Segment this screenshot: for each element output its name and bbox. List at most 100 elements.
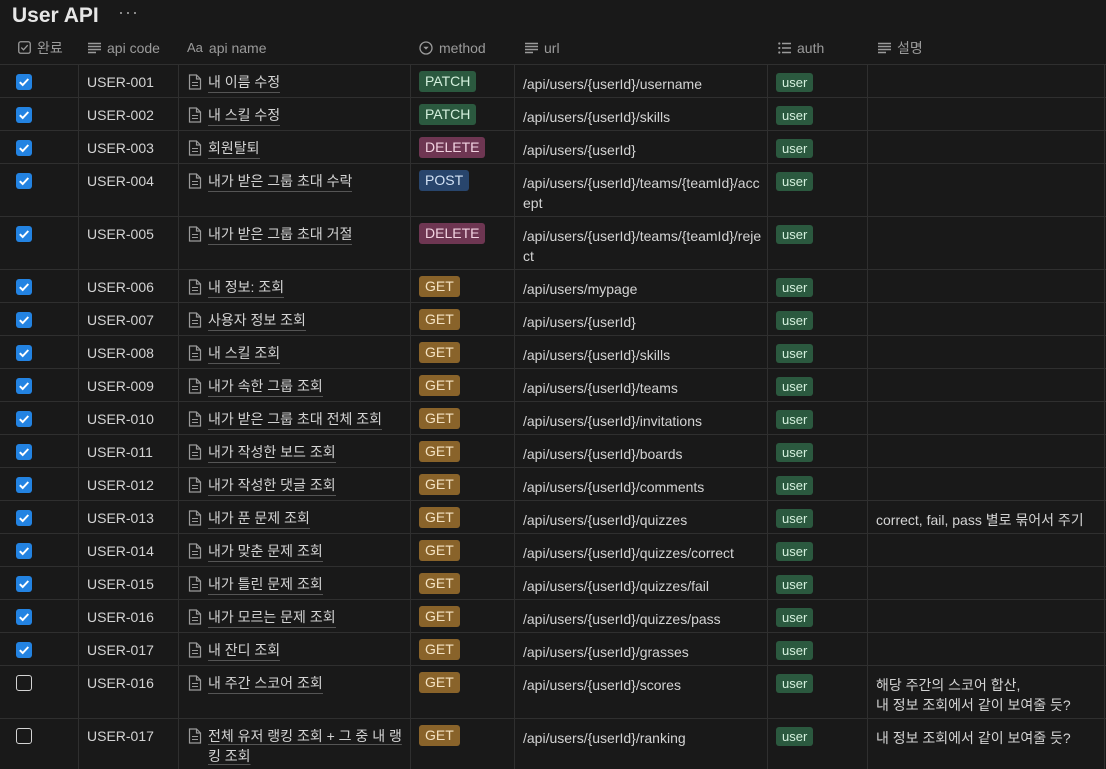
api-name-link[interactable]: 내 잔디 조회 [188, 640, 410, 661]
checked-checkbox[interactable] [16, 576, 32, 592]
api-name-link[interactable]: 내가 받은 그룹 초대 전체 조회 [188, 409, 410, 430]
api-name-link[interactable]: 내가 받은 그룹 초대 수락 [188, 171, 410, 192]
api-name-link[interactable]: 내 스킬 수정 [188, 105, 410, 126]
auth-tag[interactable]: user [776, 311, 814, 330]
auth-tag[interactable]: user [776, 476, 814, 495]
column-header-api-name[interactable]: Aa api name [187, 30, 267, 65]
unchecked-checkbox[interactable] [16, 728, 32, 744]
cell-divider [767, 435, 768, 467]
checked-checkbox[interactable] [16, 226, 32, 242]
api-name-link[interactable]: 내가 작성한 댓글 조회 [188, 475, 410, 496]
checked-checkbox[interactable] [16, 345, 32, 361]
auth-tag[interactable]: user [776, 727, 814, 746]
api-name-link[interactable]: 내가 작성한 보드 조회 [188, 442, 410, 463]
checked-checkbox[interactable] [16, 543, 32, 559]
cell-divider [78, 164, 79, 216]
auth-tag[interactable]: user [776, 410, 814, 429]
auth-tag[interactable]: user [776, 377, 814, 396]
cell-divider [767, 719, 768, 769]
auth-tag[interactable]: user [776, 225, 814, 244]
api-name-link[interactable]: 내가 속한 그룹 조회 [188, 376, 410, 397]
unchecked-checkbox[interactable] [16, 675, 32, 691]
auth-tag[interactable]: user [776, 106, 814, 125]
method-tag[interactable]: GET [419, 375, 460, 396]
method-tag[interactable]: PATCH [419, 71, 477, 92]
checked-checkbox[interactable] [16, 609, 32, 625]
auth-tag[interactable]: user [776, 509, 814, 528]
column-header-api-code[interactable]: api code [87, 30, 160, 65]
api-name-link[interactable]: 내가 맞춘 문제 조회 [188, 541, 410, 562]
cell-divider [867, 567, 868, 599]
method-tag[interactable]: GET [419, 276, 460, 297]
api-url: /api/users/{userId}/teams/{teamId}/rejec… [523, 228, 762, 264]
method-tag[interactable]: GET [419, 573, 460, 594]
method-tag[interactable]: GET [419, 408, 460, 429]
checked-checkbox[interactable] [16, 107, 32, 123]
method-tag[interactable]: GET [419, 725, 460, 746]
auth-tag[interactable]: user [776, 674, 814, 693]
method-tag[interactable]: GET [419, 474, 460, 495]
checked-checkbox[interactable] [16, 74, 32, 90]
table-row: USER-009 내가 속한 그룹 조회 GET/api/users/{userId… [0, 369, 1106, 402]
api-name-text: 내가 받은 그룹 초대 수락 [208, 171, 353, 192]
api-url: /api/users/{userId}/ranking [523, 730, 686, 746]
cell-divider [867, 369, 868, 401]
auth-tag[interactable]: user [776, 443, 814, 462]
checked-checkbox[interactable] [16, 477, 32, 493]
api-name-link[interactable]: 내 스킬 조회 [188, 343, 410, 364]
api-name-link[interactable]: 내 정보: 조회 [188, 277, 410, 298]
auth-tag[interactable]: user [776, 542, 814, 561]
column-header-auth[interactable]: auth [777, 30, 824, 65]
auth-tag[interactable]: user [776, 139, 814, 158]
auth-tag[interactable]: user [776, 278, 814, 297]
checked-checkbox[interactable] [16, 444, 32, 460]
auth-tag[interactable]: user [776, 575, 814, 594]
checked-checkbox[interactable] [16, 411, 32, 427]
api-name-link[interactable]: 내가 푼 문제 조회 [188, 508, 410, 529]
api-name-link[interactable]: 내 주간 스코어 조회 [188, 673, 410, 694]
ellipsis-icon[interactable]: ··· [118, 2, 139, 23]
api-name-link[interactable]: 회원탈퇴 [188, 138, 410, 159]
method-tag[interactable]: GET [419, 309, 460, 330]
auth-tag[interactable]: user [776, 344, 814, 363]
api-code: USER-007 [87, 312, 154, 328]
api-name-link[interactable]: 내가 모르는 문제 조회 [188, 607, 410, 628]
method-tag[interactable]: GET [419, 606, 460, 627]
auth-tag[interactable]: user [776, 172, 814, 191]
cell-divider [867, 468, 868, 500]
checked-checkbox[interactable] [16, 173, 32, 189]
column-header-done[interactable]: 완료 [17, 30, 63, 65]
method-tag[interactable]: GET [419, 441, 460, 462]
column-header-url[interactable]: url [524, 30, 560, 65]
method-tag[interactable]: GET [419, 507, 460, 528]
checked-checkbox[interactable] [16, 510, 32, 526]
api-code: USER-002 [87, 107, 154, 123]
method-tag[interactable]: GET [419, 342, 460, 363]
method-tag[interactable]: GET [419, 639, 460, 660]
api-name-link[interactable]: 전체 유저 랭킹 조회 + 그 중 내 랭킹 조회 [188, 726, 410, 766]
checked-checkbox[interactable] [16, 378, 32, 394]
method-tag[interactable]: GET [419, 540, 460, 561]
checked-checkbox[interactable] [16, 312, 32, 328]
checked-checkbox[interactable] [16, 140, 32, 156]
method-tag[interactable]: DELETE [419, 223, 486, 244]
api-name-link[interactable]: 내가 받은 그룹 초대 거절 [188, 224, 410, 245]
cell-divider [767, 131, 768, 163]
column-header-method[interactable]: method [419, 30, 486, 65]
auth-tag[interactable]: user [776, 608, 814, 627]
method-tag[interactable]: PATCH [419, 104, 477, 125]
cell-divider [1104, 600, 1105, 632]
auth-tag[interactable]: user [776, 641, 814, 660]
api-name-link[interactable]: 내가 틀린 문제 조회 [188, 574, 410, 595]
method-tag[interactable]: DELETE [419, 137, 486, 158]
auth-tag[interactable]: user [776, 73, 814, 92]
method-tag[interactable]: POST [419, 170, 470, 191]
checked-checkbox[interactable] [16, 279, 32, 295]
checked-checkbox[interactable] [16, 642, 32, 658]
page-title[interactable]: User API [12, 4, 99, 28]
api-name-link[interactable]: 사용자 정보 조회 [188, 310, 410, 331]
method-tag[interactable]: GET [419, 672, 460, 693]
column-header-description[interactable]: 설명 [877, 30, 923, 65]
api-url: /api/users/{userId}/boards [523, 446, 683, 462]
api-name-link[interactable]: 내 이름 수정 [188, 72, 410, 93]
